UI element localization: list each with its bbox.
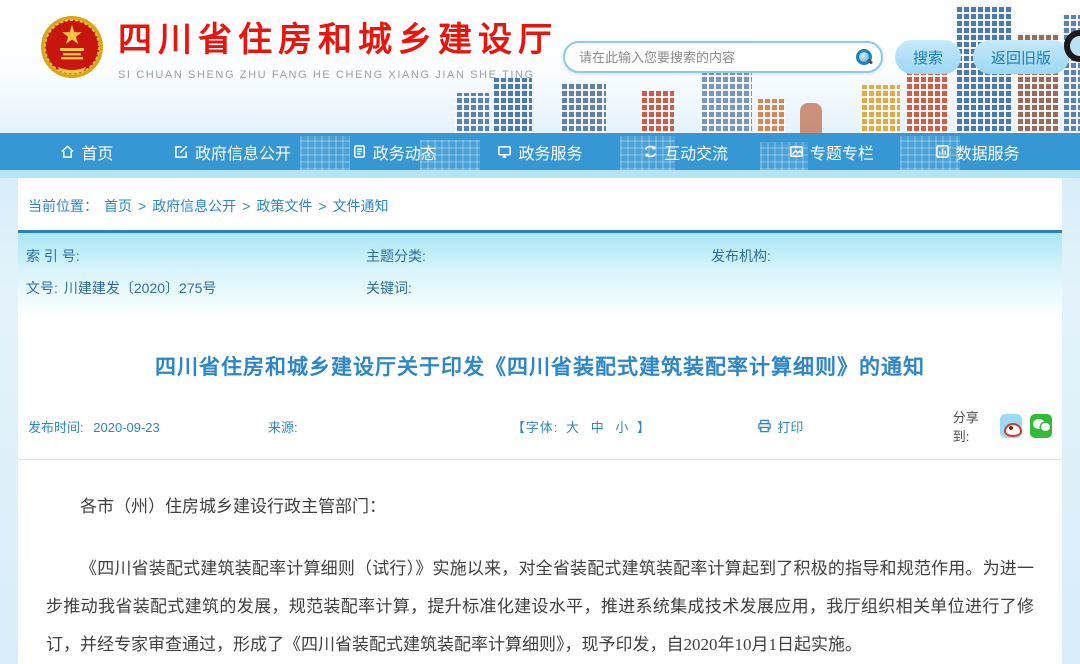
national-emblem-logo: [40, 15, 104, 79]
font-size-controls: 【字体: 大 中 小 】: [512, 417, 758, 436]
breadcrumb-item-home[interactable]: 首页: [104, 196, 132, 216]
font-size-small[interactable]: 小: [615, 420, 629, 435]
search-box: [563, 41, 883, 73]
monitor-icon: [497, 144, 512, 159]
print-button[interactable]: 打印: [757, 417, 952, 436]
article-body: 各市（州）住房城乡建设行政主管部门： 《四川省装配式建筑装配率计算细则（试行）》…: [18, 460, 1062, 664]
old-version-button[interactable]: 返回旧版: [973, 40, 1069, 74]
divider-strip: [0, 170, 1080, 178]
publish-time: 发布时间: 2020-09-23: [28, 417, 268, 436]
share-controls: 分享到:: [953, 407, 1052, 445]
document-icon: [352, 144, 367, 159]
article-title: 四川省住房和城乡建设厅关于印发《四川省装配式建筑装配率计算细则》的通知: [18, 351, 1062, 381]
search-button[interactable]: 搜索: [895, 40, 961, 74]
source: 来源:: [268, 417, 512, 436]
search-icon[interactable]: [855, 48, 873, 66]
main-navigation: 首页 政府信息公开 政务动态 政务服务 互动交流 专题专栏 数: [0, 133, 1080, 170]
site-title-pinyin: SI CHUAN SHENG ZHU FANG HE CHENG XIANG J…: [118, 69, 558, 81]
search-input[interactable]: [579, 50, 855, 65]
meta-keywords: 关键词:: [366, 275, 711, 301]
nav-item-interaction[interactable]: 互动交流: [643, 140, 728, 164]
edit-icon: [174, 144, 189, 159]
meta-publisher: 发布机构:: [711, 243, 1054, 269]
nav-item-gov-news[interactable]: 政务动态: [352, 140, 437, 164]
meta-topic: 主题分类:: [366, 243, 711, 269]
breadcrumb-item-policy-files[interactable]: 政策文件: [256, 196, 312, 216]
picture-icon: [789, 144, 804, 159]
meta-index-no: 索 引 号:: [26, 243, 366, 269]
breadcrumb-label: 当前位置：: [28, 196, 98, 216]
site-brand: 四川省住房和城乡建设厅 SI CHUAN SHENG ZHU FANG HE C…: [40, 12, 558, 81]
font-size-large[interactable]: 大: [566, 420, 580, 435]
breadcrumb-item-file-notices[interactable]: 文件通知: [333, 196, 389, 216]
paragraph: 各市（州）住房城乡建设行政主管部门：: [46, 488, 1034, 526]
exchange-icon: [643, 144, 658, 159]
site-title: 四川省住房和城乡建设厅: [118, 12, 558, 61]
nav-item-gov-info[interactable]: 政府信息公开: [174, 140, 291, 164]
wechat-icon[interactable]: [1030, 414, 1052, 438]
breadcrumb-item-gov-info[interactable]: 政府信息公开: [152, 196, 236, 216]
meta-doc-no: 文号:川建建发〔2020〕275号: [26, 275, 366, 301]
site-header: 四川省住房和城乡建设厅 SI CHUAN SHENG ZHU FANG HE C…: [0, 0, 1080, 133]
chart-icon: [935, 144, 950, 159]
nav-item-special-topics[interactable]: 专题专栏: [789, 140, 874, 164]
nav-item-data-service[interactable]: 数据服务: [935, 140, 1020, 164]
nav-item-home[interactable]: 首页: [60, 140, 113, 164]
font-size-medium[interactable]: 中: [591, 420, 605, 435]
home-icon: [60, 144, 75, 159]
document-meta-box: 索 引 号: 主题分类: 发布机构: 文号:川建建发〔2020〕275号 关键词…: [18, 230, 1062, 317]
article-meta-row: 发布时间: 2020-09-23 来源: 【字体: 大 中 小 】 打印 分享到…: [18, 407, 1062, 460]
content-wrapper: 当前位置： 首页 > 政府信息公开 > 政策文件 > 文件通知 索 引 号: 主…: [18, 178, 1062, 664]
paragraph: 《四川省装配式建筑装配率计算细则（试行）》实施以来，对全省装配式建筑装配率计算起…: [46, 550, 1034, 664]
printer-icon: [757, 419, 772, 433]
weibo-icon[interactable]: [1000, 414, 1022, 438]
share-label: 分享到:: [953, 407, 992, 445]
nav-item-gov-service[interactable]: 政务服务: [497, 140, 582, 164]
breadcrumb: 当前位置： 首页 > 政府信息公开 > 政策文件 > 文件通知: [18, 178, 1062, 230]
